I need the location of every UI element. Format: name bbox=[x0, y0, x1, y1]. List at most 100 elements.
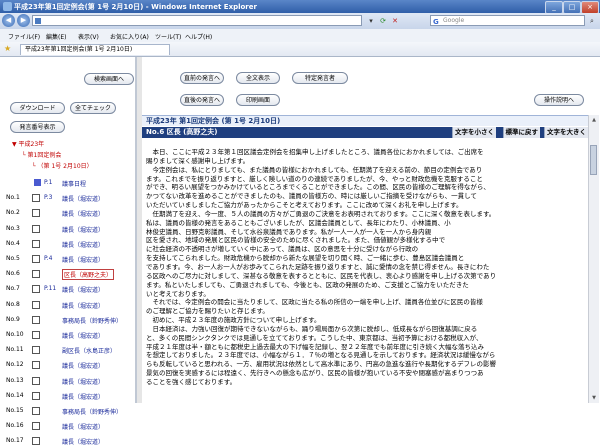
statement-checkbox[interactable] bbox=[32, 361, 40, 370]
speaker-link[interactable]: 議長（堀宏道） bbox=[62, 422, 104, 431]
speaker-link[interactable]: 議長（堀宏道） bbox=[62, 377, 104, 386]
scroll-down-icon[interactable]: ▼ bbox=[590, 394, 598, 402]
statement-number: No.8 bbox=[6, 300, 20, 308]
font-larger-button[interactable]: 文字を大きく bbox=[544, 127, 588, 138]
speaker-link[interactable]: 事務局長（鈴野秀伸） bbox=[62, 407, 122, 416]
speaker-link[interactable]: 議長（堀宏道） bbox=[62, 392, 104, 401]
ie-app-icon bbox=[3, 2, 12, 11]
speaker-link[interactable]: 議長（堀宏道） bbox=[62, 361, 104, 370]
speaker-link[interactable]: 議長（堀宏道） bbox=[62, 225, 104, 234]
check-all-button[interactable]: 全てチェック bbox=[70, 102, 116, 114]
tab-strip: ★ 平成23年第1回定例会(第 1号 2月10日) bbox=[0, 42, 600, 57]
speaker-link[interactable]: 副区長（水島正彦） bbox=[62, 346, 116, 355]
page-link[interactable]: P.11 bbox=[44, 285, 56, 292]
forward-button[interactable]: ▶ bbox=[17, 14, 30, 27]
stop-icon[interactable]: ✕ bbox=[390, 16, 400, 26]
statement-checkbox[interactable] bbox=[32, 346, 40, 355]
speaker-link[interactable]: 事務局長（鈴野秀伸） bbox=[62, 316, 122, 325]
speaker-link[interactable]: 議長（堀宏道） bbox=[62, 301, 104, 310]
statement-number: No.1 bbox=[6, 194, 20, 202]
speaker-link[interactable]: 議事日程 bbox=[62, 179, 86, 188]
speaker-link[interactable]: 議長（堀宏道） bbox=[62, 240, 104, 249]
menu-edit[interactable]: 編集(E) bbox=[46, 32, 66, 41]
window-title-bar: 平成23年第1回定例会(第 1号 2月10日) - Windows Intern… bbox=[0, 0, 600, 14]
statement-checkbox[interactable] bbox=[32, 391, 40, 400]
speaker-link[interactable]: 議長（堀宏道） bbox=[62, 285, 104, 294]
statement-checkbox[interactable] bbox=[32, 422, 40, 431]
statement-number: No.17 bbox=[6, 437, 24, 445]
speaker-header: No.6 区長 (高野之夫) bbox=[146, 128, 218, 136]
tree-year-label: 平成23年 bbox=[18, 141, 45, 148]
dropdown-arrow-icon[interactable]: ▾ bbox=[366, 16, 376, 26]
google-logo-icon: G bbox=[433, 18, 439, 26]
page-link[interactable]: P.4 bbox=[44, 255, 52, 262]
left-navigation-frame: 検索画面へ ダウンロード 全てチェック 発言番号表示 ▼ 平成23年 └ 第1回… bbox=[0, 57, 137, 446]
full-display-button[interactable]: 全文表示 bbox=[236, 72, 280, 84]
statement-row: No.16 議長（堀宏道） bbox=[6, 421, 134, 432]
statement-number: No.3 bbox=[6, 224, 20, 232]
speaker-link[interactable]: 議長（堀宏道） bbox=[62, 255, 104, 264]
operation-help-button[interactable]: 操作説明へ bbox=[534, 94, 584, 106]
next-statement-button[interactable]: 直後の発言へ bbox=[180, 94, 224, 106]
search-screen-button[interactable]: 検索画面へ bbox=[84, 73, 134, 85]
speaker-link[interactable]: 議長（堀宏道） bbox=[62, 331, 104, 340]
speaker-link[interactable]: 区長（高野之夫） bbox=[62, 269, 115, 281]
content-scrollbar[interactable]: ▲ ▼ bbox=[588, 115, 599, 403]
menu-view[interactable]: 表示(V) bbox=[78, 32, 99, 41]
download-button[interactable]: ダウンロード bbox=[10, 102, 65, 114]
statement-row: No.1 P.3 議長（堀宏道） bbox=[6, 193, 134, 204]
statement-checkbox[interactable] bbox=[32, 376, 40, 385]
statement-checkbox[interactable] bbox=[32, 270, 40, 279]
print-screen-button[interactable]: 印刷画面 bbox=[236, 94, 280, 106]
statement-checkbox[interactable] bbox=[32, 255, 40, 263]
favorites-star-icon[interactable]: ★ bbox=[4, 44, 11, 53]
statement-checkbox[interactable] bbox=[32, 300, 40, 309]
back-button[interactable]: ◀ bbox=[2, 14, 15, 27]
font-smaller-button[interactable]: 文字を小さく bbox=[452, 127, 496, 138]
tree-year[interactable]: ▼ 平成23年 bbox=[12, 139, 44, 148]
window-title: 平成23年第1回定例会(第 1号 2月10日) - Windows Intern… bbox=[14, 3, 257, 11]
statement-checkbox[interactable] bbox=[32, 194, 40, 203]
speaker-link[interactable]: 議長（堀宏道） bbox=[62, 194, 104, 203]
menu-favorites[interactable]: お気に入り(A) bbox=[110, 32, 149, 41]
statement-checkbox[interactable] bbox=[32, 224, 40, 233]
tree-meeting[interactable]: └ （第 1号 2月10日） bbox=[32, 161, 93, 170]
tree-branch-icon: └ bbox=[32, 163, 36, 170]
statement-checkbox[interactable] bbox=[32, 209, 40, 218]
speaker-link[interactable]: 議長（堀宏道） bbox=[62, 437, 104, 446]
statement-number: No.15 bbox=[6, 407, 24, 414]
statement-checkbox[interactable] bbox=[32, 315, 40, 324]
speaker-numbers-button[interactable]: 発言番号表示 bbox=[10, 121, 65, 133]
statement-row: No.8 議長（堀宏道） bbox=[6, 300, 134, 311]
page-link[interactable]: P.1 bbox=[44, 179, 52, 186]
statement-number: No.16 bbox=[6, 422, 24, 430]
font-reset-button[interactable]: 標準に戻す bbox=[502, 127, 540, 138]
menu-help[interactable]: ヘルプ(H) bbox=[185, 32, 212, 41]
search-input[interactable]: G Google bbox=[430, 15, 585, 26]
statement-number: No.10 bbox=[6, 331, 24, 338]
search-go-icon[interactable]: ⌕ bbox=[587, 16, 597, 26]
statement-checkbox[interactable] bbox=[32, 285, 40, 294]
browser-tab[interactable]: 平成23年第1回定例会(第 1号 2月10日) bbox=[20, 44, 170, 55]
address-toolbar: ◀ ▶ ▾ ⟳ ✕ G Google ⌕ bbox=[0, 13, 600, 29]
speaker-link[interactable]: 議長（堀宏道） bbox=[62, 209, 104, 218]
menu-bar: ファイル(F) 編集(E) 表示(V) お気に入り(A) ツール(T) ヘルプ(… bbox=[0, 29, 600, 43]
statement-number: No.6 bbox=[6, 270, 20, 278]
statement-checkbox[interactable] bbox=[32, 239, 40, 248]
statement-body: 本日、ここに平成２３年第１回区議会定例会を招集申し上げましたところ、議員各位にお… bbox=[146, 148, 497, 386]
statement-number: No.11 bbox=[6, 346, 24, 354]
statement-row: No.11 副区長（水島正彦） bbox=[6, 345, 134, 356]
menu-tools[interactable]: ツール(T) bbox=[155, 32, 181, 41]
scroll-up-icon[interactable]: ▲ bbox=[590, 116, 598, 124]
specific-speaker-button[interactable]: 特定発言者 bbox=[292, 72, 348, 84]
prev-statement-button[interactable]: 直前の発言へ bbox=[180, 72, 224, 84]
statement-checkbox[interactable] bbox=[32, 331, 40, 339]
refresh-icon[interactable]: ⟳ bbox=[378, 16, 388, 26]
address-input[interactable] bbox=[32, 15, 362, 26]
page-link[interactable]: P.3 bbox=[44, 194, 52, 201]
tree-session[interactable]: └ 第1回定例会 bbox=[22, 150, 61, 159]
scroll-thumb[interactable] bbox=[590, 145, 597, 175]
statement-checkbox[interactable] bbox=[32, 407, 40, 415]
menu-file[interactable]: ファイル(F) bbox=[8, 32, 40, 41]
statement-checkbox[interactable] bbox=[32, 437, 40, 446]
